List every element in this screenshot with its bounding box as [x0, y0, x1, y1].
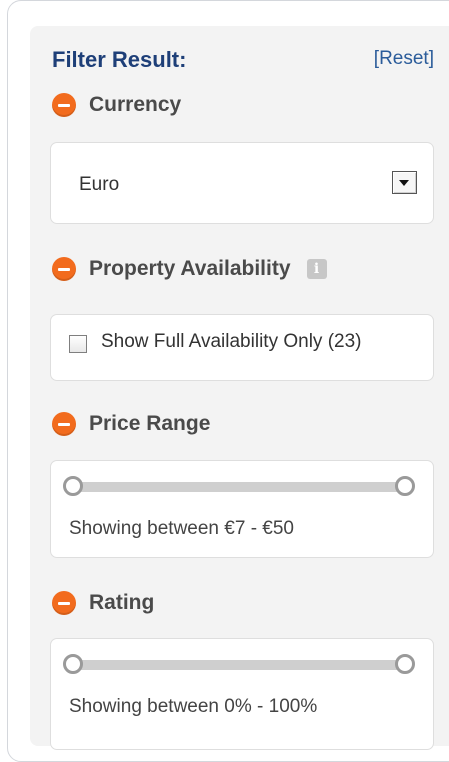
collapse-minus-icon[interactable]: [52, 412, 76, 436]
collapse-minus-icon[interactable]: [52, 93, 76, 117]
price-range-section-header[interactable]: Price Range: [52, 412, 210, 436]
price-range-slider-track[interactable]: [63, 476, 415, 496]
rating-max-handle[interactable]: [395, 654, 415, 674]
rating-slider-track[interactable]: [63, 654, 415, 674]
reset-link[interactable]: [Reset]: [374, 48, 434, 70]
rating-summary: Showing between 0% - 100%: [69, 696, 318, 717]
price-range-slider-fill: [73, 482, 405, 492]
price-range-heading: Price Range: [89, 412, 211, 435]
price-range-min-handle[interactable]: [63, 476, 83, 496]
rating-heading: Rating: [89, 591, 155, 614]
chevron-down-icon[interactable]: [392, 171, 417, 194]
currency-section-header[interactable]: Currency: [52, 93, 181, 117]
rating-slider-fill: [73, 660, 405, 670]
info-icon[interactable]: i: [306, 259, 327, 279]
price-range-box: Showing between €7 - €50: [50, 460, 434, 558]
currency-heading: Currency: [89, 93, 182, 116]
full-availability-checkbox[interactable]: [69, 335, 87, 353]
rating-min-handle[interactable]: [63, 654, 83, 674]
currency-select[interactable]: Euro: [50, 142, 434, 224]
price-range-max-handle[interactable]: [395, 476, 415, 496]
currency-selected-value: Euro: [79, 174, 120, 195]
availability-heading: Property Availability: [89, 257, 291, 280]
full-availability-label[interactable]: Show Full Availability Only (23): [101, 331, 361, 353]
collapse-minus-icon[interactable]: [52, 257, 76, 281]
availability-box: Show Full Availability Only (23): [50, 314, 434, 381]
rating-section-header[interactable]: Rating: [52, 591, 154, 615]
availability-section-header[interactable]: Property Availability i: [52, 257, 327, 281]
price-range-summary: Showing between €7 - €50: [69, 518, 294, 539]
rating-box: Showing between 0% - 100%: [50, 638, 434, 750]
collapse-minus-icon[interactable]: [52, 591, 76, 615]
filter-title: Filter Result:: [52, 47, 187, 72]
